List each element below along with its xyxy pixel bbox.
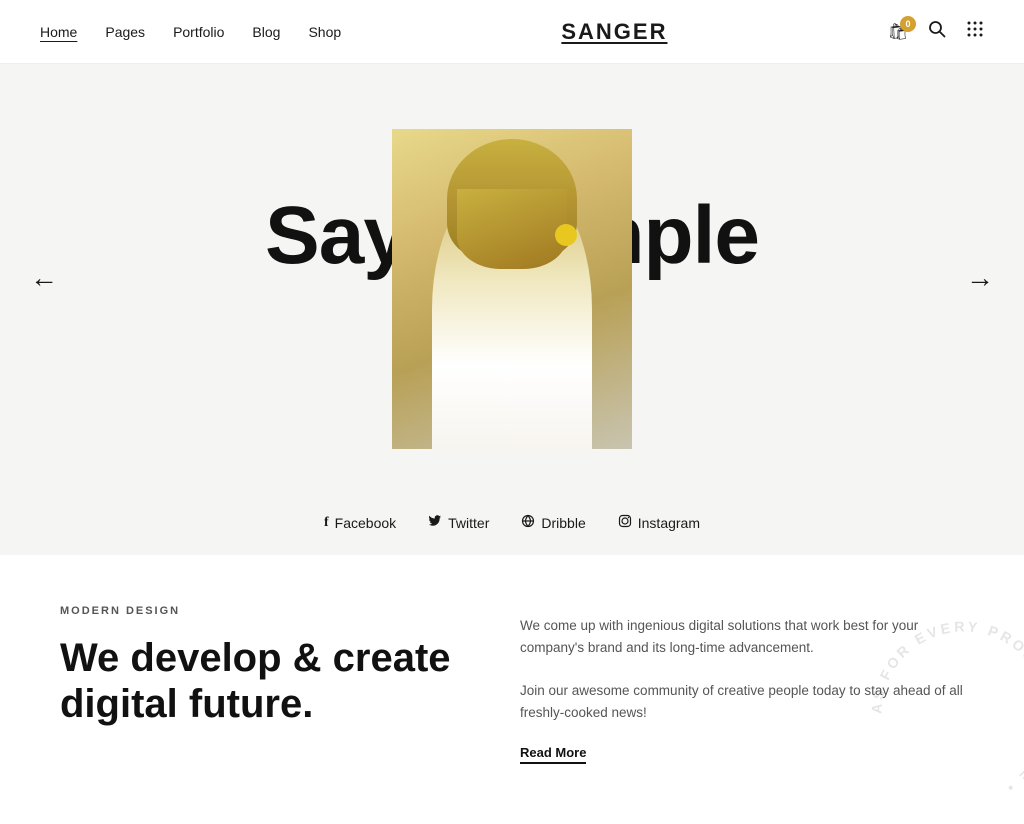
prev-arrow[interactable]: ← — [30, 263, 58, 295]
twitter-link[interactable]: Twitter — [428, 514, 489, 531]
nav-item-portfolio[interactable]: Portfolio — [173, 24, 224, 40]
below-section: MODERN DESIGN We develop & create digita… — [0, 555, 1024, 824]
read-more-button[interactable]: Read More — [520, 745, 586, 764]
instagram-icon — [618, 514, 632, 531]
instagram-link[interactable]: Instagram — [618, 514, 700, 531]
twitter-label: Twitter — [448, 515, 489, 531]
section-label: MODERN DESIGN — [60, 605, 460, 617]
below-left: MODERN DESIGN We develop & create digita… — [60, 605, 460, 764]
social-bar: f Facebook Twitter Dribble Instagram — [0, 494, 1024, 555]
facebook-icon: f — [324, 515, 329, 531]
hero-section: ← Say a Simple Hello! → — [0, 64, 1024, 494]
hero-image — [392, 129, 632, 449]
grid-icon[interactable] — [966, 20, 984, 43]
instagram-label: Instagram — [638, 515, 700, 531]
cart-badge: 0 — [900, 16, 916, 32]
dribble-icon — [521, 514, 535, 531]
dribble-label: Dribble — [541, 515, 585, 531]
facebook-label: Facebook — [335, 515, 396, 531]
section-heading: We develop & create digital future. — [60, 635, 460, 727]
search-icon[interactable] — [928, 20, 946, 43]
site-logo[interactable]: SANGER — [561, 19, 667, 45]
nav-item-shop[interactable]: Shop — [308, 24, 341, 40]
navbar: Home Pages Portfolio Blog Shop SANGER 🛍 … — [0, 0, 1024, 64]
watermark: AS FOR EVERY PROJECT. UNIQUE • — [854, 604, 1024, 804]
nav-item-home[interactable]: Home — [40, 24, 77, 40]
facebook-link[interactable]: f Facebook — [324, 515, 396, 531]
twitter-icon — [428, 514, 442, 531]
dribble-link[interactable]: Dribble — [521, 514, 585, 531]
nav-item-blog[interactable]: Blog — [252, 24, 280, 40]
nav-left: Home Pages Portfolio Blog Shop — [40, 24, 341, 40]
svg-text:AS FOR EVERY PROJECT. UNIQUE •: AS FOR EVERY PROJECT. UNIQUE • — [869, 619, 1024, 797]
next-arrow[interactable]: → — [966, 263, 994, 295]
cart-button[interactable]: 🛍 0 — [888, 22, 908, 42]
nav-item-pages[interactable]: Pages — [105, 24, 145, 40]
nav-right: 🛍 0 — [888, 20, 984, 43]
